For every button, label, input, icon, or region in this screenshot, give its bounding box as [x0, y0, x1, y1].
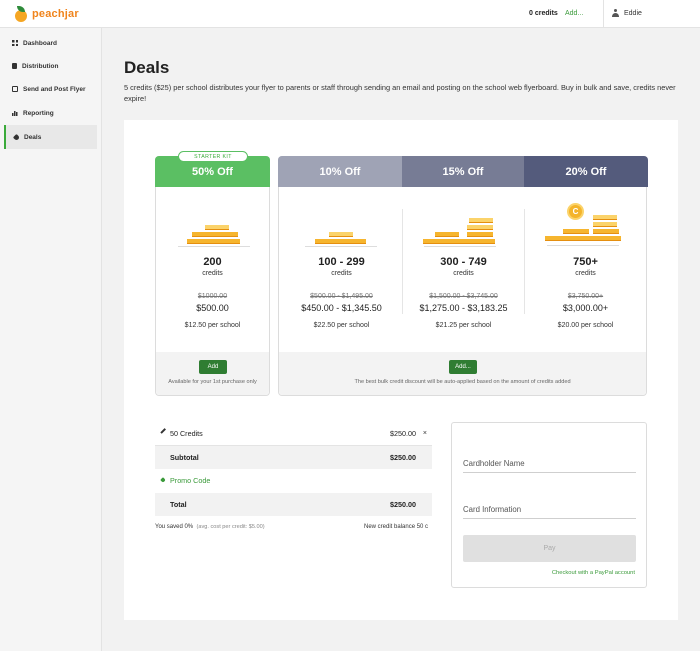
original-price: $3,750.00+	[567, 293, 604, 300]
gold-coins-icon: C	[543, 201, 623, 246]
starter-kit-badge: STARTER KIT	[178, 151, 248, 162]
original-price: $1,500.00 - $3,745.00	[429, 293, 498, 300]
credit-unit: credits	[202, 270, 223, 277]
pay-button[interactable]: Pay	[463, 535, 636, 562]
credit-unit: credits	[575, 270, 596, 277]
add-bulk-credits-button[interactable]: Add...	[449, 360, 477, 374]
sidebar-item-reporting[interactable]: Reporting	[4, 101, 97, 125]
paypal-checkout-link[interactable]: Checkout with a PayPal account	[552, 570, 635, 576]
price-per-school: $20.00 per school	[557, 322, 614, 329]
tier-15-header: 15% Off	[402, 156, 524, 187]
cardholder-name-field[interactable]: Cardholder Name	[463, 455, 636, 473]
price-per-school: $22.50 per school	[313, 322, 370, 329]
original-price: $1000.00	[197, 293, 228, 300]
total-row: Total $250.00	[155, 493, 432, 516]
subtotal-value: $250.00	[390, 453, 416, 462]
top-bar: peachjar 0 credits Add... Eddie ⌄	[0, 0, 700, 28]
cart-line-item: 50 Credits $250.00 ×	[155, 422, 432, 445]
discounted-price: $3,000.00+	[562, 303, 609, 313]
logo-text: peachjar	[32, 8, 79, 20]
credit-count: 200	[203, 256, 222, 268]
bulk-note: The best bulk credit discount will be au…	[354, 379, 571, 385]
tier-10-details: 100 - 299 credits $500.00 - $1,495.00 $4…	[284, 256, 399, 329]
discounted-price: $500.00	[196, 303, 229, 313]
grid-icon	[12, 40, 18, 46]
card-information-field[interactable]: Card Information	[463, 501, 636, 519]
credit-count: 300 - 749	[440, 256, 487, 268]
bulk-footer: Add... The best bulk credit discount wil…	[279, 352, 646, 395]
starter-kit-card: STARTER KIT 50% Off 200 credits $1000.00…	[155, 151, 270, 396]
sidebar-item-label: Reporting	[23, 109, 54, 117]
tag-icon	[12, 133, 21, 141]
savings-percent: You saved 0%	[155, 524, 194, 530]
discounted-price: $1,275.00 - $3,183.25	[419, 303, 508, 313]
credit-balance: 0 credits	[529, 10, 558, 17]
tier-20-header: 20% Off	[524, 156, 648, 187]
tier-divider	[524, 209, 525, 314]
credit-count: 100 - 299	[318, 256, 365, 268]
gold-bars-icon	[301, 205, 381, 247]
new-credit-balance: New credit balance 50 c	[364, 524, 429, 530]
header-divider	[603, 0, 604, 28]
tier-10-header: 10% Off	[278, 156, 402, 187]
savings-summary: You saved 0% (avg. cost per credit: $5.0…	[155, 524, 265, 530]
sidebar-item-label: Deals	[24, 133, 42, 141]
credit-unit: credits	[453, 270, 474, 277]
starter-details: 200 credits $1000.00 $500.00 $12.50 per …	[155, 256, 270, 329]
send-icon	[12, 86, 18, 92]
payment-panel: Cardholder Name Card Information Pay Che…	[451, 422, 647, 588]
cart-item-value: $250.00	[390, 429, 416, 438]
gold-bars-icon	[420, 205, 500, 247]
sidebar-item-label: Distribution	[22, 62, 59, 70]
credit-count: 750+	[573, 256, 598, 268]
discounted-price: $450.00 - $1,345.50	[301, 303, 382, 313]
close-icon[interactable]: ×	[423, 430, 427, 437]
sidebar-item-label: Dashboard	[23, 39, 57, 47]
average-cost: (avg. cost per credit: $5.00)	[196, 524, 265, 530]
peach-logo-icon	[14, 6, 28, 22]
total-value: $250.00	[390, 500, 416, 509]
add-credits-link[interactable]: Add...	[565, 10, 583, 17]
coin-icon: C	[567, 203, 584, 220]
user-name: Eddie	[624, 9, 642, 17]
bar-chart-icon	[12, 110, 18, 116]
sidebar-item-dashboard[interactable]: Dashboard	[4, 31, 97, 55]
sidebar-item-deals[interactable]: Deals	[4, 125, 97, 149]
sidebar: Dashboard Distribution Send and Post Fly…	[0, 28, 102, 651]
document-icon	[12, 63, 17, 69]
subtotal-row: Subtotal $250.00	[155, 446, 432, 469]
sidebar-item-distribution[interactable]: Distribution	[4, 54, 97, 78]
tier-20-details: 750+ credits $3,750.00+ $3,000.00+ $20.0…	[528, 256, 643, 329]
subtotal-label: Subtotal	[170, 453, 199, 462]
price-per-school: $12.50 per school	[184, 322, 241, 329]
starter-footer: Add Available for your 1st purchase only	[156, 352, 269, 395]
page-title: Deals	[124, 58, 170, 77]
gold-bars-icon	[174, 205, 254, 247]
user-menu[interactable]: Eddie ⌄	[612, 9, 642, 17]
price-per-school: $21.25 per school	[435, 322, 492, 329]
bulk-discount-card: 10% Off 15% Off 20% Off C 100 - 299 cred…	[278, 156, 648, 396]
total-label: Total	[170, 500, 187, 509]
credit-unit: credits	[331, 270, 352, 277]
peachjar-logo[interactable]: peachjar	[14, 6, 79, 22]
original-price: $500.00 - $1,495.00	[310, 293, 373, 300]
tier-divider	[402, 209, 403, 314]
user-icon	[612, 9, 619, 17]
starter-note: Available for your 1st purchase only	[168, 379, 257, 385]
page-description: 5 credits ($25) per school distributes y…	[124, 83, 676, 103]
sidebar-item-send-and-post-flyer[interactable]: Send and Post Flyer	[4, 77, 97, 101]
add-starter-kit-button[interactable]: Add	[199, 360, 227, 374]
sidebar-item-label: Send and Post Flyer	[23, 85, 86, 93]
tier-15-details: 300 - 749 credits $1,500.00 - $3,745.00 …	[406, 256, 521, 329]
promo-code-row[interactable]: Promo Code	[155, 469, 432, 492]
